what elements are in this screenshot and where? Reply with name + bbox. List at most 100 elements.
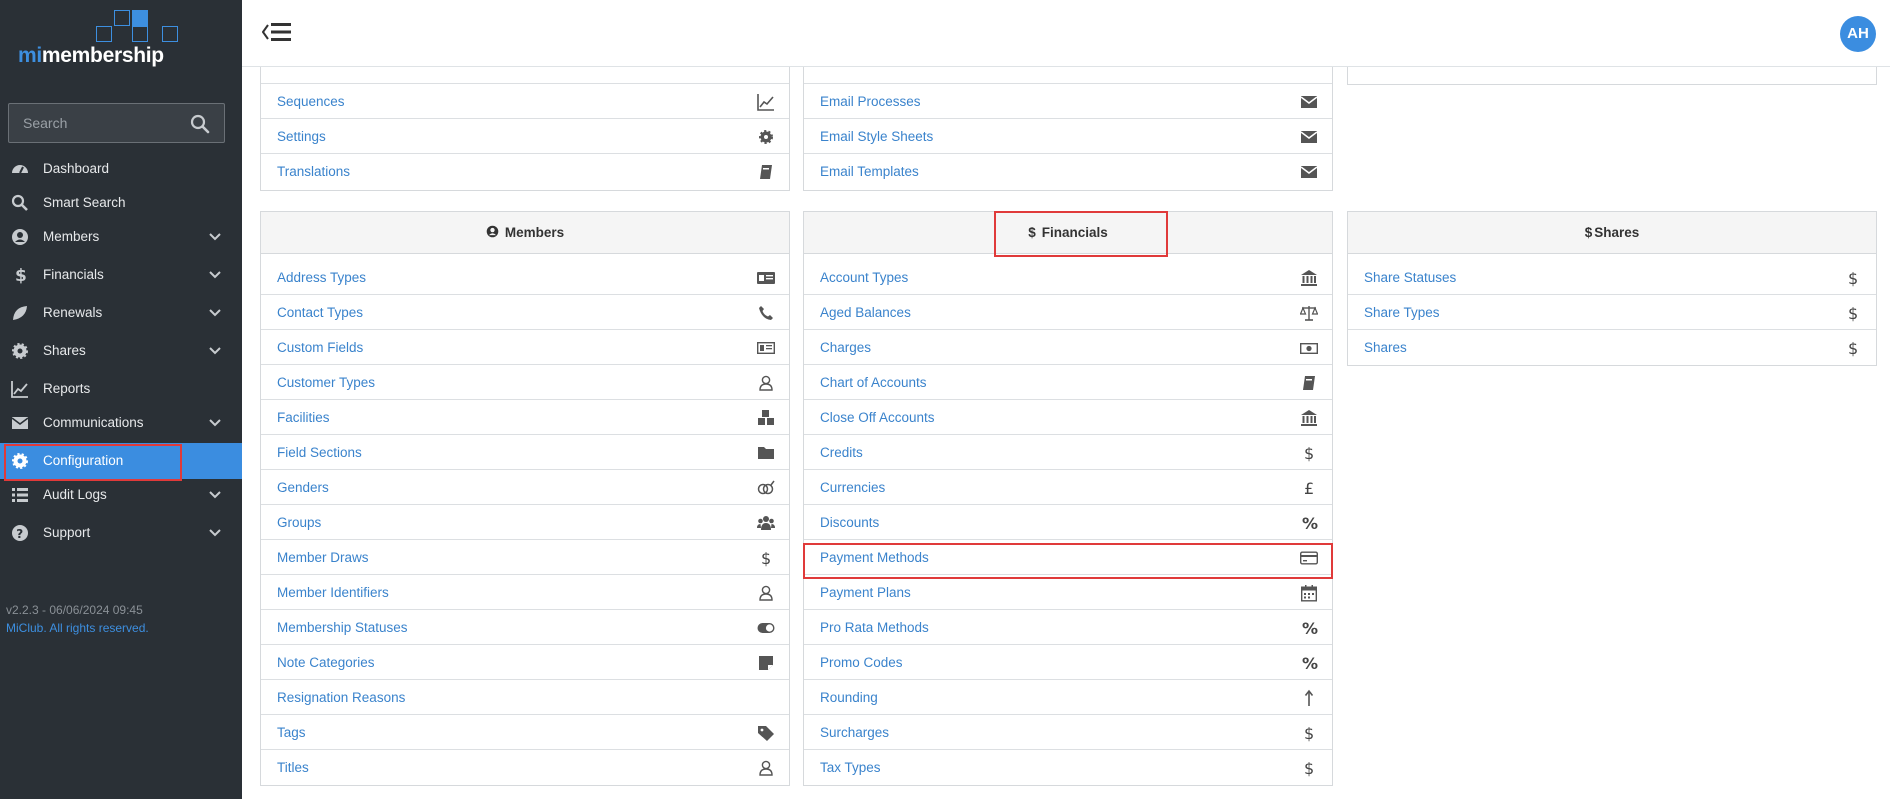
row-label[interactable]: Rounding <box>820 690 878 705</box>
row-label[interactable]: Member Draws <box>277 550 369 565</box>
nav-shares[interactable]: Shares <box>0 333 242 369</box>
nav-reports[interactable]: Reports <box>0 371 242 407</box>
row-label[interactable]: Facilities <box>277 410 330 425</box>
list-item[interactable]: Share Statuses $ <box>1348 260 1876 295</box>
nav-label: Financials <box>43 267 104 282</box>
logo[interactable]: mimembership <box>14 6 178 67</box>
list-item[interactable]: Currencies £ <box>804 470 1332 505</box>
list-item[interactable]: Facilities <box>261 400 789 435</box>
list-item[interactable]: Account Types <box>804 260 1332 295</box>
row-label[interactable]: Member Identifiers <box>277 585 389 600</box>
row-label[interactable]: Credits <box>820 445 863 460</box>
list-item[interactable]: Charges <box>804 330 1332 365</box>
row-label[interactable]: Tax Types <box>820 760 881 775</box>
row-label[interactable]: Note Categories <box>277 655 375 670</box>
nav-communications[interactable]: Communications <box>0 405 242 441</box>
list-item[interactable]: Rounding <box>804 680 1332 715</box>
nav-dashboard[interactable]: Dashboard <box>0 151 242 187</box>
list-item[interactable]: Customer Types <box>261 365 789 400</box>
row-label[interactable]: Resignation Reasons <box>277 690 405 705</box>
row-label[interactable]: Pro Rata Methods <box>820 620 929 635</box>
list-item[interactable]: Share Types $ <box>1348 295 1876 330</box>
list-item[interactable]: Field Sections <box>261 435 789 470</box>
list-item[interactable]: Email Templates <box>804 154 1332 189</box>
list-item[interactable]: Address Types <box>261 260 789 295</box>
list-item[interactable]: Custom Fields <box>261 330 789 365</box>
list-item[interactable]: Settings <box>261 119 789 154</box>
nav-financials[interactable]: $ Financials <box>0 257 242 293</box>
list-item[interactable]: Member Identifiers <box>261 575 789 610</box>
list-item[interactable]: Translations <box>261 154 789 189</box>
highlight-box <box>4 444 182 481</box>
row-label[interactable]: Share Statuses <box>1364 270 1456 285</box>
row-label[interactable]: Close Off Accounts <box>820 410 935 425</box>
row-label[interactable]: Share Types <box>1364 305 1440 320</box>
list-item[interactable]: Resignation Reasons <box>261 680 789 715</box>
row-label[interactable]: Email Style Sheets <box>820 129 933 144</box>
list-item[interactable]: Tags <box>261 715 789 750</box>
avatar[interactable]: AH <box>1840 16 1876 52</box>
row-label[interactable]: Groups <box>277 515 321 530</box>
list-item[interactable]: Contact Types <box>261 295 789 330</box>
list-item[interactable]: Membership Statuses <box>261 610 789 645</box>
nav-label: Dashboard <box>43 161 110 176</box>
list-item[interactable]: Close Off Accounts <box>804 400 1332 435</box>
row-label[interactable]: Account Types <box>820 270 908 285</box>
row-label[interactable]: Aged Balances <box>820 305 911 320</box>
row-label[interactable]: Titles <box>277 760 309 775</box>
list-item[interactable]: Pro Rata Methods% <box>804 610 1332 645</box>
list-item[interactable]: Shares $ <box>1348 330 1876 365</box>
nav-smart-search[interactable]: Smart Search <box>0 185 242 221</box>
list-item[interactable]: Email Processes <box>804 84 1332 119</box>
chevron-down-icon <box>209 309 221 317</box>
row-label[interactable]: Translations <box>277 164 350 179</box>
list-item[interactable]: Credits $ <box>804 435 1332 470</box>
row-label[interactable]: Email Templates <box>820 164 919 179</box>
list-item[interactable]: Chart of Accounts <box>804 365 1332 400</box>
list-item[interactable]: Member Draws $ <box>261 540 789 575</box>
list-item[interactable]: Groups <box>261 505 789 540</box>
row-label[interactable]: Genders <box>277 480 329 495</box>
list-item[interactable]: Payment Plans <box>804 575 1332 610</box>
list-item[interactable]: Note Categories <box>261 645 789 680</box>
row-label[interactable]: Email Processes <box>820 94 921 109</box>
row-label[interactable]: Custom Fields <box>277 340 363 355</box>
search-icon <box>11 194 28 211</box>
nav-members[interactable]: Members <box>0 219 242 255</box>
list-item[interactable]: Titles <box>261 750 789 785</box>
row-label[interactable]: Charges <box>820 340 871 355</box>
row-label[interactable]: Field Sections <box>277 445 362 460</box>
search-icon[interactable] <box>190 114 210 134</box>
row-label[interactable]: Sequences <box>277 94 345 109</box>
row-label[interactable]: Currencies <box>820 480 885 495</box>
row-label[interactable]: Membership Statuses <box>277 620 408 635</box>
nav-renewals[interactable]: Renewals <box>0 295 242 331</box>
list-item[interactable]: Sequences <box>261 84 789 119</box>
bank-icon <box>1301 410 1317 426</box>
list-item[interactable]: Genders <box>261 470 789 505</box>
row-label[interactable]: Address Types <box>277 270 366 285</box>
menu-toggle-icon[interactable] <box>262 20 294 44</box>
row-label[interactable]: Contact Types <box>277 305 363 320</box>
row-label[interactable]: Settings <box>277 129 326 144</box>
row-label[interactable]: Tags <box>277 725 306 740</box>
list-item[interactable]: Aged Balances <box>804 295 1332 330</box>
row-label[interactable]: Customer Types <box>277 375 375 390</box>
row-label[interactable]: Payment Plans <box>820 585 911 600</box>
row-label[interactable]: Discounts <box>820 515 879 530</box>
calendar-icon <box>1301 585 1318 602</box>
copyright-link[interactable]: MiClub. All rights reserved. <box>6 621 149 635</box>
list-item[interactable]: Surcharges $ <box>804 715 1332 750</box>
list-item[interactable]: Tax Types $ <box>804 750 1332 785</box>
search-input[interactable]: Search <box>8 103 225 143</box>
row-label[interactable]: Shares <box>1364 340 1407 355</box>
list-item[interactable]: Promo Codes% <box>804 645 1332 680</box>
row-label[interactable]: Chart of Accounts <box>820 375 927 390</box>
nav-support[interactable]: ? Support <box>0 515 242 551</box>
row-label[interactable]: Promo Codes <box>820 655 903 670</box>
list-item[interactable]: Email Style Sheets <box>804 119 1332 154</box>
nav-audit-logs[interactable]: Audit Logs <box>0 477 242 513</box>
row-label[interactable]: Surcharges <box>820 725 889 740</box>
book-icon <box>760 165 772 179</box>
list-item[interactable]: Discounts% <box>804 505 1332 540</box>
